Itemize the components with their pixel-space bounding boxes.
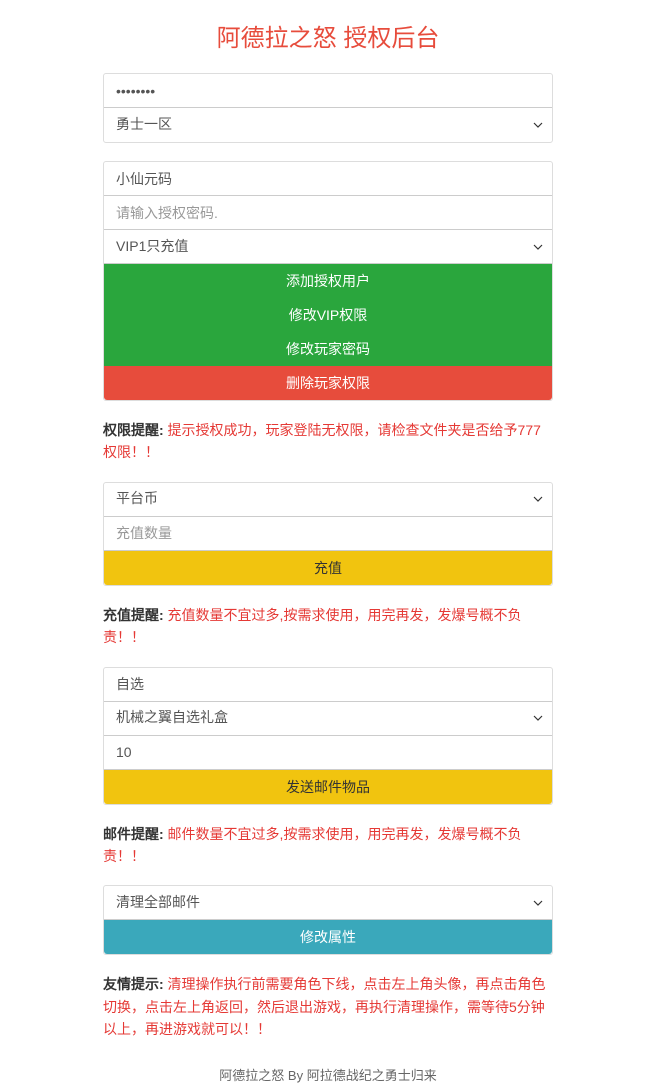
auth-panel: VIP1只充值 添加授权用户 修改VIP权限 修改玩家密码 删除玩家权限 xyxy=(103,161,553,401)
friend-alert: 友情提示: 清理操作执行前需要角色下线，点击左上角头像，再点击角色切换，点击左上… xyxy=(103,973,553,1040)
modify-vip-button[interactable]: 修改VIP权限 xyxy=(104,298,552,332)
server-select[interactable]: 勇士一区 xyxy=(104,108,552,142)
friend-alert-text: 清理操作执行前需要角色下线，点击左上角头像，再点击角色切换，点击左上角返回，然后… xyxy=(103,976,546,1037)
mail-panel: 机械之翼自选礼盒 发送邮件物品 xyxy=(103,667,553,805)
recharge-alert-text: 充值数量不宜过多,按需求使用，用完再发，发爆号概不负责！！ xyxy=(103,607,521,645)
add-auth-user-button[interactable]: 添加授权用户 xyxy=(104,264,552,298)
mail-item-select[interactable]: 机械之翼自选礼盒 xyxy=(104,702,552,736)
mail-alert-text: 邮件数量不宜过多,按需求使用，用完再发，发爆号概不负责！！ xyxy=(103,826,521,864)
auth-password-input[interactable] xyxy=(104,196,552,230)
send-mail-button[interactable]: 发送邮件物品 xyxy=(104,770,552,804)
vip-select[interactable]: VIP1只充值 xyxy=(104,230,552,264)
recharge-alert: 充值提醒: 充值数量不宜过多,按需求使用，用完再发，发爆号概不负责！！ xyxy=(103,604,553,649)
mail-alert-label: 邮件提醒: xyxy=(103,826,164,842)
recharge-amount-input[interactable] xyxy=(104,517,552,551)
password-input[interactable] xyxy=(104,74,552,108)
cleanup-select[interactable]: 清理全部邮件 xyxy=(104,886,552,920)
recharge-button[interactable]: 充值 xyxy=(104,551,552,585)
delete-permission-button[interactable]: 删除玩家权限 xyxy=(104,366,552,400)
modify-attr-button[interactable]: 修改属性 xyxy=(104,920,552,954)
footer-text: 阿德拉之怒 By 阿拉德战纪之勇士归来 xyxy=(103,1059,553,1086)
recharge-alert-label: 充值提醒: xyxy=(103,607,164,623)
recharge-panel: 平台币 充值 xyxy=(103,482,553,586)
login-panel: 勇士一区 xyxy=(103,73,553,143)
permission-alert-text: 提示授权成功，玩家登陆无权限，请检查文件夹是否给予777权限！！ xyxy=(103,422,541,460)
username-input[interactable] xyxy=(104,162,552,196)
modify-password-button[interactable]: 修改玩家密码 xyxy=(104,332,552,366)
mail-qty-input[interactable] xyxy=(104,736,552,770)
currency-select[interactable]: 平台币 xyxy=(104,483,552,517)
permission-alert-label: 权限提醒: xyxy=(103,422,164,438)
cleanup-panel: 清理全部邮件 修改属性 xyxy=(103,885,553,955)
friend-alert-label: 友情提示: xyxy=(103,976,164,992)
mail-type-input[interactable] xyxy=(104,668,552,702)
permission-alert: 权限提醒: 提示授权成功，玩家登陆无权限，请检查文件夹是否给予777权限！！ xyxy=(103,419,553,464)
mail-alert: 邮件提醒: 邮件数量不宜过多,按需求使用，用完再发，发爆号概不负责！！ xyxy=(103,823,553,868)
page-title: 阿德拉之怒 授权后台 xyxy=(103,18,553,53)
